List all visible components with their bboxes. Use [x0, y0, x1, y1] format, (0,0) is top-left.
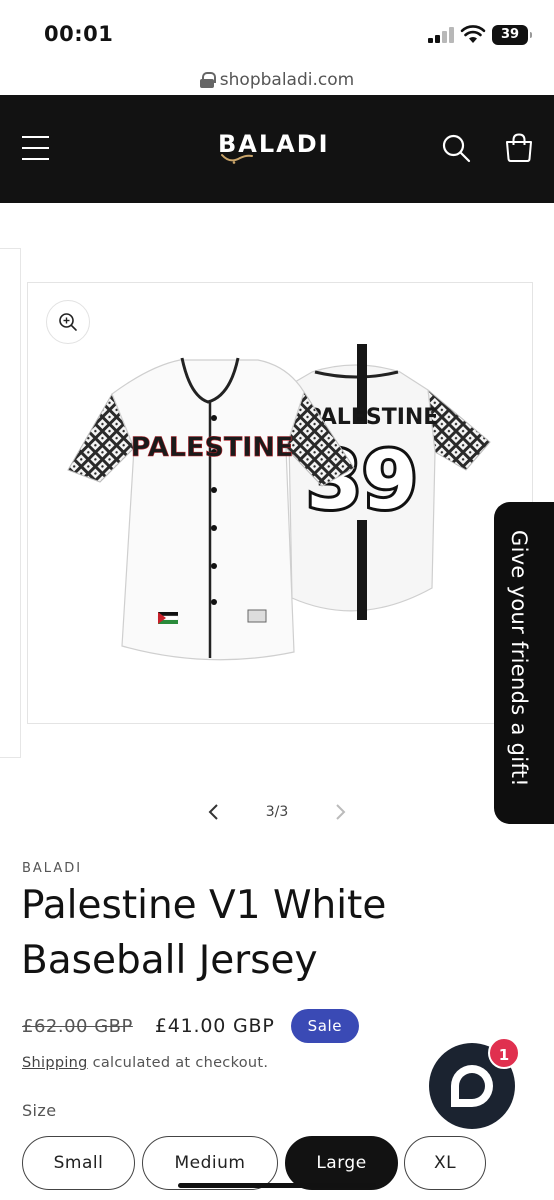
status-bar: 00:01 39 [0, 0, 554, 62]
size-option-medium[interactable]: Medium [142, 1136, 278, 1190]
shipping-text: calculated at checkout. [87, 1055, 269, 1071]
product-title: Palestine V1 White Baseball Jersey [21, 883, 387, 983]
zoom-in-icon [59, 313, 77, 331]
cellular-signal-icon [428, 27, 454, 43]
size-options: Small Medium Large XL [22, 1136, 554, 1200]
palestine-flag-icon [157, 612, 179, 624]
url-text: shopbaladi.com [219, 70, 355, 90]
cart-icon[interactable] [504, 133, 534, 163]
chevron-left-icon[interactable] [204, 802, 224, 822]
site-logo[interactable]: BALADI [218, 130, 328, 166]
product-vendor: BALADI [22, 861, 83, 876]
previous-media-thumbnail[interactable] [0, 248, 21, 758]
chat-notification-badge: 1 [488, 1037, 520, 1069]
size-option-xl[interactable]: XL [404, 1136, 486, 1190]
size-label: Size [22, 1101, 57, 1120]
gift-tab-label: Give your friends a gift! [507, 530, 531, 787]
hamburger-menu-icon[interactable] [22, 136, 50, 160]
jersey-front-text: PALESTINE [131, 432, 294, 463]
size-option-large[interactable]: Large [285, 1136, 398, 1190]
logo-swash-icon [221, 154, 253, 164]
address-bar[interactable]: shopbaladi.com [0, 66, 554, 94]
chevron-right-icon[interactable] [330, 802, 350, 822]
product-image-jersey: PALESTINE 39 PALESTINE [67, 344, 491, 661]
home-indicator [178, 1183, 376, 1188]
slide-counter: 3/3 [265, 804, 289, 820]
compare-at-price: £62.00 GBP [22, 1015, 133, 1037]
shipping-note: Shipping calculated at checkout. [22, 1055, 268, 1071]
wifi-icon [460, 25, 486, 43]
shipping-link[interactable]: Shipping [22, 1055, 88, 1071]
status-time: 00:01 [44, 22, 114, 46]
price-row: £62.00 GBP £41.00 GBP Sale [22, 1008, 360, 1044]
battery-indicator: 39 [492, 25, 532, 45]
size-option-small[interactable]: Small [22, 1136, 135, 1190]
sale-badge: Sale [290, 1009, 360, 1043]
sale-price: £41.00 GBP [154, 1015, 275, 1037]
site-header: BALADI [0, 95, 554, 203]
slider-navigation: 3/3 [0, 800, 554, 826]
lock-icon [199, 72, 216, 88]
search-icon[interactable] [441, 133, 471, 163]
